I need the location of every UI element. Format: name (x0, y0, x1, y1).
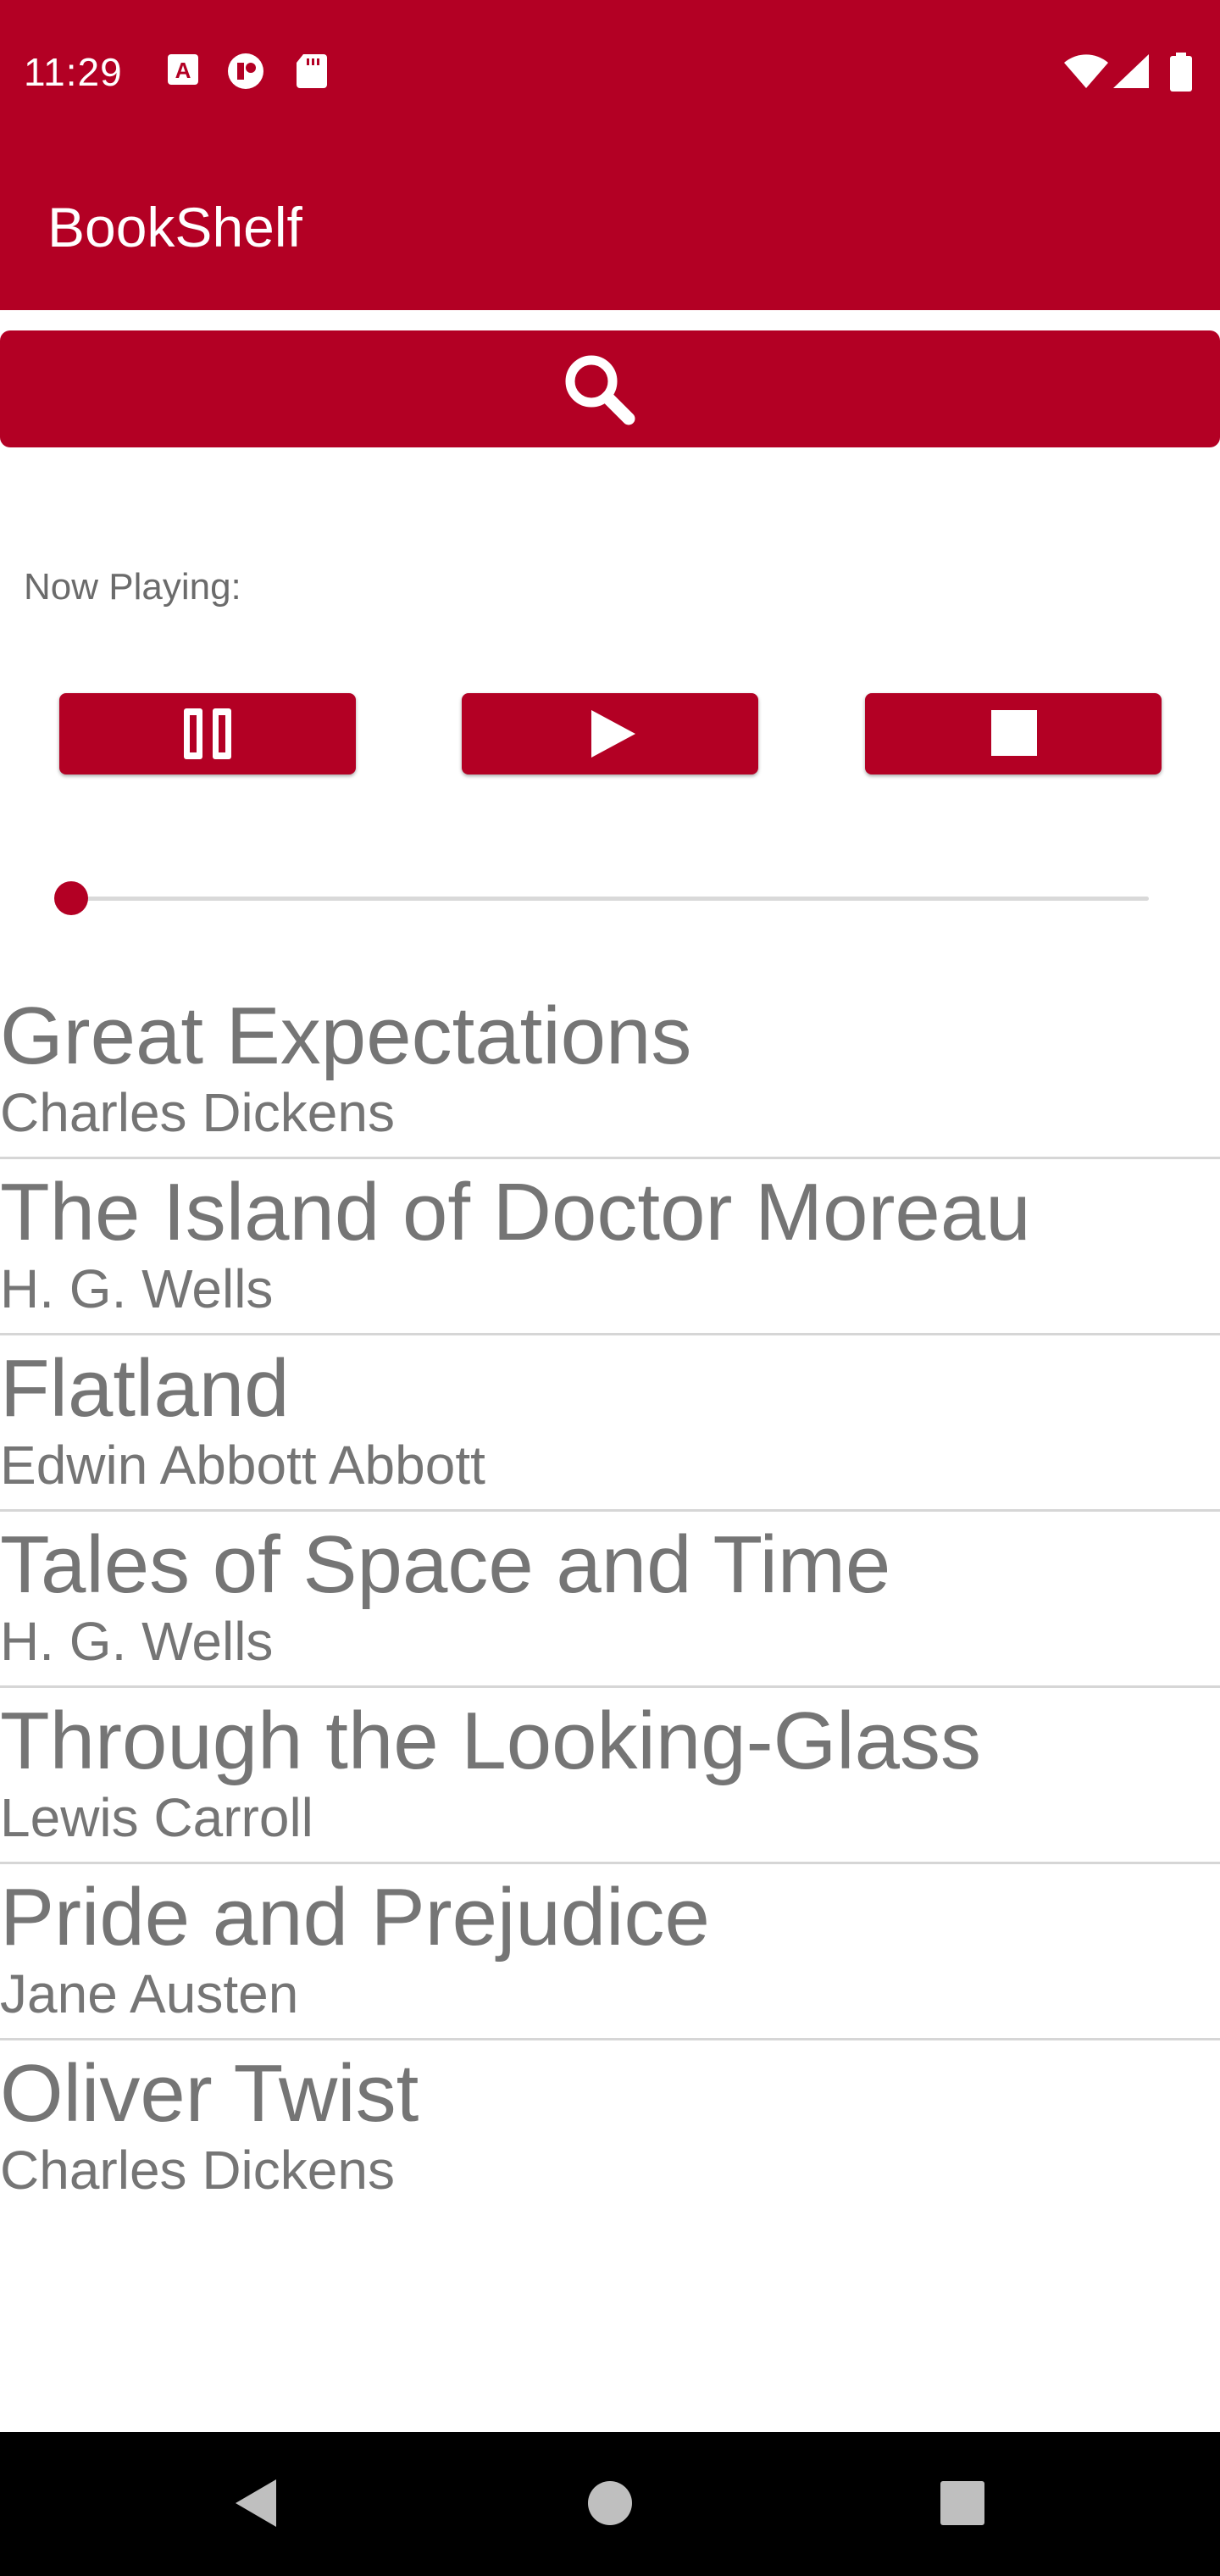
now-playing-label: Now Playing: (24, 566, 241, 608)
search-icon (565, 355, 635, 425)
svg-text:A: A (175, 58, 191, 83)
sd-card-icon (295, 53, 329, 94)
pause-icon (184, 708, 231, 759)
list-item[interactable]: Through the Looking-Glass Lewis Carroll (0, 1688, 1220, 1864)
list-item[interactable]: Oliver Twist Charles Dickens (0, 2040, 1220, 2217)
book-title: Oliver Twist (0, 2048, 419, 2139)
app-title: BookShelf (47, 196, 302, 258)
list-item[interactable]: Tales of Space and Time H. G. Wells (0, 1512, 1220, 1688)
back-icon[interactable] (230, 2476, 281, 2534)
recents-icon[interactable] (937, 2476, 988, 2534)
list-item[interactable]: Pride and Prejudice Jane Austen (0, 1864, 1220, 2040)
book-list: Great Expectations Charles Dickens The I… (0, 983, 1220, 2217)
book-author: Jane Austen (0, 1963, 299, 2024)
play-icon (591, 710, 635, 758)
book-title: Tales of Space and Time (0, 1519, 891, 1610)
list-item[interactable]: Flatland Edwin Abbott Abbott (0, 1335, 1220, 1512)
notification-icon (225, 53, 266, 97)
book-title: Pride and Prejudice (0, 1872, 710, 1963)
book-author: H. G. Wells (0, 1258, 274, 1319)
book-author: Charles Dickens (0, 2140, 395, 2201)
home-icon[interactable] (585, 2476, 635, 2534)
book-author: Edwin Abbott Abbott (0, 1435, 485, 1496)
slider-track (71, 897, 1149, 901)
playback-slider[interactable] (54, 881, 1149, 915)
pause-button[interactable] (59, 693, 356, 774)
navigation-bar (0, 2432, 1220, 2576)
play-button[interactable] (462, 693, 758, 774)
search-button[interactable] (0, 330, 1220, 447)
book-title: Through the Looking-Glass (0, 1696, 981, 1786)
text-a-icon: A (166, 53, 200, 91)
book-title: Great Expectations (0, 991, 692, 1081)
app-bar: BookShelf (0, 144, 1220, 310)
book-author: Charles Dickens (0, 1082, 395, 1143)
wifi-icon (1062, 53, 1110, 94)
book-author: Lewis Carroll (0, 1787, 313, 1848)
slider-thumb[interactable] (54, 881, 88, 915)
battery-icon (1169, 53, 1193, 96)
book-title: Flatland (0, 1343, 290, 1434)
status-time: 11:29 (24, 50, 123, 94)
stop-button[interactable] (865, 693, 1162, 774)
list-item[interactable]: The Island of Doctor Moreau H. G. Wells (0, 1159, 1220, 1335)
stop-icon (991, 710, 1037, 756)
signal-icon (1112, 53, 1151, 94)
book-title: The Island of Doctor Moreau (0, 1167, 1031, 1257)
status-bar: 11:29 A (0, 0, 1220, 144)
book-author: H. G. Wells (0, 1611, 274, 1672)
list-item[interactable]: Great Expectations Charles Dickens (0, 983, 1220, 1159)
